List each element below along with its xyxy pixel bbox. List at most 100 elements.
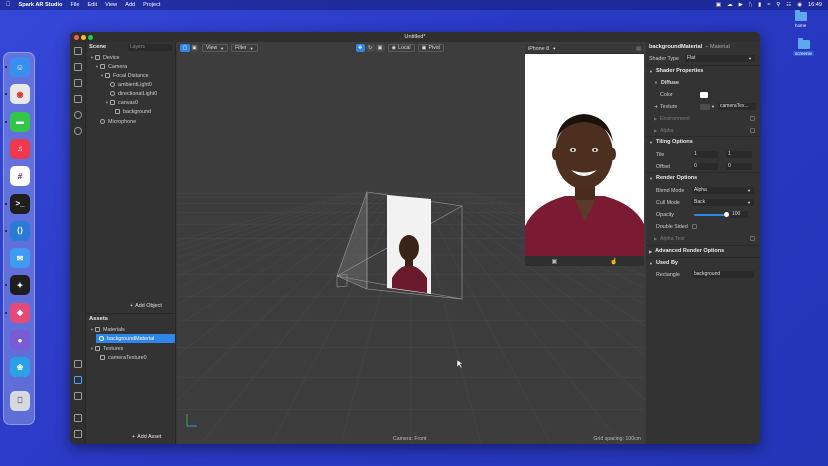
preview-touch-icon[interactable]: ☝ [610,258,617,265]
view-3d-icon[interactable]: ▣ [190,44,199,52]
video-tool-icon[interactable] [74,63,82,71]
opacity-slider-handle[interactable] [723,212,729,217]
desktop-folder-home[interactable]: home [793,10,808,28]
texture-value[interactable]: cameraTex... [718,103,756,110]
test-device-icon[interactable] [74,376,82,384]
scene-item-canvas[interactable]: ▼ canvas0 [105,98,138,107]
shader-type-select[interactable]: Flat ▼ [685,55,755,62]
tile-y-input[interactable]: 1 [726,151,752,158]
diffuse-section[interactable]: ▼ Diffuse [646,78,760,87]
chevron-down-icon[interactable]: ▼ [711,104,715,109]
terminal-icon[interactable]: >_ [10,193,30,214]
bird-icon[interactable]: ❀ [10,357,30,378]
texture-thumbnail-icon[interactable] [700,103,710,110]
zoom-button[interactable] [88,34,93,40]
trash-icon[interactable]: ⎕ [10,390,30,411]
messages-icon[interactable]: ▬ [10,111,30,132]
export-tool-icon[interactable] [74,392,82,400]
advanced-render-options-section[interactable]: ▶ Advanced Render Options [646,246,760,256]
scene-item-camera[interactable]: ▼ Camera [95,62,127,71]
device-selector[interactable]: iPhone 8 [528,46,549,52]
layers-search-input[interactable]: Layers [128,43,172,51]
patch-editor-icon[interactable] [74,79,82,87]
bluetooth-icon[interactable]: ᚢ [749,2,752,8]
scene-item-device[interactable]: ▼ Device [90,53,119,62]
tiling-options-section[interactable]: ▼ Tiling Options [646,137,760,147]
figma-icon[interactable]: ✦ [10,275,30,296]
cull-mode-select[interactable]: Back ▼ [692,199,754,206]
add-object-button[interactable]: + Add Object [130,303,162,309]
scene-item-background[interactable]: background [115,107,151,116]
scale-tool-icon[interactable]: ▣ [375,44,385,52]
wifi-icon[interactable]: ≈ [767,2,770,8]
alpha-row[interactable]: ▶ Alpha [646,126,760,135]
menu-clock[interactable]: 16:49 [808,2,822,8]
view-2d-icon[interactable]: ▢ [180,44,190,52]
spark-icon[interactable]: ◆ [10,302,30,323]
siri-icon[interactable]: ◉ [797,2,802,8]
used-by-section[interactable]: ▼ Used By [646,258,760,268]
menu-project[interactable]: Project [143,2,160,8]
chevron-down-icon[interactable]: ▼ [552,46,556,51]
preview-capture-icon[interactable]: ▣ [551,258,557,265]
asset-folder-textures[interactable]: ▼ Textures [90,344,123,353]
cube-tool-icon[interactable] [74,95,82,103]
screen-record-icon[interactable]: ▣ [716,2,721,8]
pivot-toggle[interactable]: ▣ Pivot [417,44,445,52]
move-tool-icon[interactable]: ✥ [355,44,365,52]
music-icon[interactable]: ♫ [10,138,30,159]
rotate-tool-icon[interactable]: ↻ [365,44,375,52]
local-toggle[interactable]: ◉ Local [387,44,415,52]
mail-icon[interactable]: ✉ [10,248,30,269]
preview-menu-icon[interactable]: ▤ [636,46,641,52]
scene-item-microphone[interactable]: Microphone [100,117,136,126]
offset-y-input[interactable]: 0 [726,163,752,170]
search-tool-icon[interactable] [74,127,82,135]
alpha-test-checkbox[interactable] [750,236,755,241]
alpha-checkbox[interactable] [750,128,755,133]
tile-x-input[interactable]: 1 [692,151,718,158]
environment-checkbox[interactable] [750,116,755,121]
minimize-button[interactable] [81,34,86,40]
color-swatch[interactable] [700,91,708,98]
upload-tool-icon[interactable] [74,360,82,368]
asset-folder-materials[interactable]: ▼ Materials [90,325,125,334]
shader-properties-section[interactable]: ▼ Shader Properties [646,66,760,76]
view-dropdown[interactable]: View ▼ [202,44,229,52]
desktop-folder-screenie[interactable]: screenie [793,38,815,56]
apple-icon[interactable]:  [6,2,11,8]
search-icon[interactable]: ⚲ [776,2,780,8]
add-asset-button[interactable]: + Add Asset [132,434,161,440]
close-button[interactable] [74,34,79,40]
menu-add[interactable]: Add [125,2,135,8]
double-sided-checkbox[interactable] [692,224,697,229]
scene-item-directional-light[interactable]: directionalLight0 [110,89,157,98]
battery-icon[interactable]: ▮ [758,2,761,8]
asset-item-background-material[interactable]: backgroundMaterial [96,334,175,343]
asset-item-camera-texture[interactable]: cameraTexture0 [100,353,147,362]
refresh-tool-icon[interactable] [74,111,82,119]
cloud-icon[interactable]: ☁ [727,2,733,8]
vscode-icon[interactable]: ⟨⟩ [10,220,30,241]
rectangle-link[interactable]: background [692,271,754,278]
control-center-icon[interactable]: ☷ [786,2,791,8]
texture-arrow-icon[interactable]: ➜ [654,104,658,110]
environment-row[interactable]: ▶ Environment [646,114,760,123]
marble-icon[interactable]: ● [10,330,30,350]
scene-item-ambient-light[interactable]: ambientLight0 [110,80,152,89]
settings-tool-icon[interactable] [74,430,82,438]
alpha-test-row[interactable]: ▶ Alpha Test [646,234,760,243]
preview-screen[interactable] [525,54,644,256]
menu-view[interactable]: View [105,2,117,8]
opacity-slider[interactable] [694,212,729,217]
opacity-input[interactable]: 100 [730,211,748,218]
blend-mode-select[interactable]: Alpha ▼ [692,187,754,194]
offset-x-input[interactable]: 0 [692,163,718,170]
layers-tool-icon[interactable] [74,47,82,55]
menu-app-name[interactable]: Spark AR Studio [19,2,63,8]
play-icon[interactable]: ▶ [739,2,743,8]
filter-dropdown[interactable]: Filter ▼ [231,44,258,52]
menu-file[interactable]: File [70,2,79,8]
render-options-section[interactable]: ▼ Render Options [646,173,760,183]
help-tool-icon[interactable] [74,414,82,422]
